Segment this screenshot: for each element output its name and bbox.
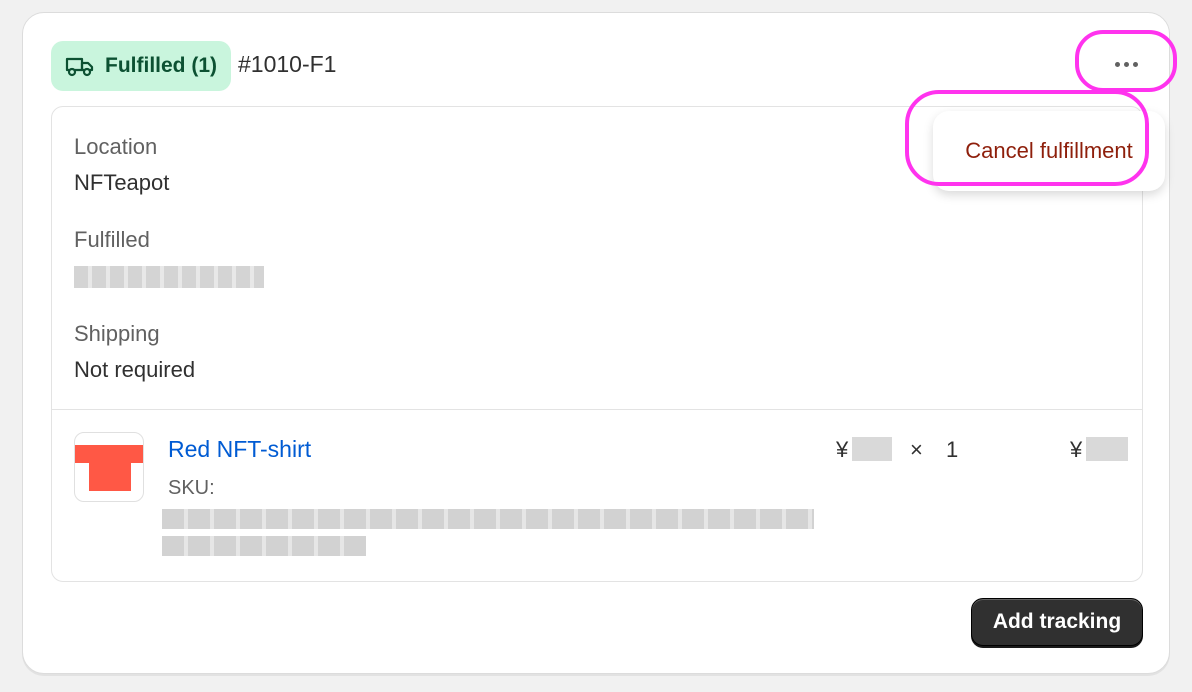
fulfilled-date-redacted (74, 266, 264, 288)
fulfilled-label: Fulfilled (74, 227, 150, 252)
truck-icon (65, 57, 94, 77)
location-value: NFTeapot (74, 170, 170, 195)
status-badge-label: Fulfilled (1) (105, 54, 217, 77)
unit-price-currency: ¥ (836, 437, 849, 462)
location-label: Location (74, 134, 158, 159)
unit-price-redacted (852, 437, 892, 461)
total-price-currency: ¥ (1070, 437, 1083, 462)
quantity: 1 (946, 437, 959, 462)
more-actions-button[interactable] (1103, 51, 1149, 77)
sku-redacted (162, 509, 814, 529)
product-link[interactable]: Red NFT-shirt (168, 436, 311, 463)
fulfillment-card: Fulfilled (1) #1010-F1 Location NFTeapot… (22, 12, 1170, 674)
tshirt-icon (75, 445, 143, 491)
product-thumbnail[interactable] (74, 432, 144, 502)
shipping-value: Not required (74, 357, 196, 382)
more-dot (1132, 61, 1138, 67)
add-tracking-button[interactable]: Add tracking (971, 598, 1143, 646)
status-badge: Fulfilled (1) (51, 41, 231, 91)
more-horizontal-icon (1114, 61, 1120, 67)
times-sign: × (910, 437, 923, 462)
sku-redacted-2 (162, 536, 366, 556)
total-price-redacted (1086, 437, 1128, 461)
actions-dropdown: Cancel fulfillment (933, 111, 1165, 191)
divider (52, 409, 1142, 410)
more-dot (1123, 61, 1129, 67)
sku-label: SKU: (168, 477, 215, 499)
cancel-fulfillment-menu-item[interactable]: Cancel fulfillment (965, 138, 1133, 164)
fulfillment-id: #1010-F1 (238, 51, 337, 77)
shipping-label: Shipping (74, 321, 160, 346)
